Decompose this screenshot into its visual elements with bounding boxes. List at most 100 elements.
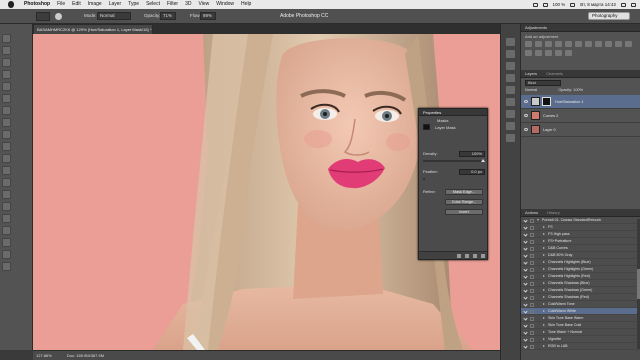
gradient-map-icon[interactable] (555, 50, 562, 56)
dialog-toggle-icon[interactable] (530, 288, 534, 293)
check-icon[interactable] (523, 274, 528, 279)
channels-tab[interactable]: Channels (546, 71, 563, 76)
paragraph-panel-icon[interactable] (506, 110, 515, 118)
flow-field[interactable]: 89% (200, 12, 216, 20)
feather-field[interactable]: 0.0 px (459, 169, 485, 175)
layers-tab[interactable]: Layers (525, 71, 537, 76)
brush-preset-icon[interactable] (55, 13, 62, 20)
pen-tool-icon[interactable] (2, 202, 11, 211)
screen-icon[interactable] (532, 2, 538, 7)
disclosure-triangle-icon[interactable] (543, 282, 545, 284)
action-item[interactable]: Tone Warm + Normal (521, 329, 640, 336)
crop-tool-icon[interactable] (2, 82, 11, 91)
check-icon[interactable] (523, 309, 528, 314)
curves-icon[interactable] (545, 41, 552, 47)
dialog-toggle-icon[interactable] (530, 239, 534, 244)
gradient-tool-icon[interactable] (2, 166, 11, 175)
lasso-tool-icon[interactable] (2, 58, 11, 67)
density-slider[interactable] (423, 158, 485, 162)
properties-header[interactable]: Properties (419, 109, 487, 116)
check-icon[interactable] (523, 260, 528, 265)
menu-3d[interactable]: 3D (185, 0, 191, 9)
layer-thumbnail[interactable] (531, 111, 540, 120)
workspace-select[interactable]: Photography (588, 12, 630, 20)
density-slider-knob[interactable] (481, 158, 485, 162)
layer-filter-select[interactable]: Kind (525, 80, 561, 86)
eyedropper-tool-icon[interactable] (2, 94, 11, 103)
action-item[interactable]: FS+Portraiture (521, 238, 640, 245)
dialog-toggle-icon[interactable] (530, 302, 534, 307)
menu-select[interactable]: Select (146, 0, 160, 9)
layer-thumbnail[interactable] (531, 97, 540, 106)
check-icon[interactable] (523, 316, 528, 321)
layer-row[interactable]: Curves 2 (521, 109, 640, 123)
dialog-toggle-icon[interactable] (530, 323, 534, 328)
menu-file[interactable]: File (57, 0, 65, 9)
layer-opacity[interactable]: Opacity: 100% (558, 88, 583, 92)
search-icon[interactable] (621, 2, 626, 7)
black-white-icon[interactable] (595, 41, 602, 47)
color-balance-icon[interactable] (585, 41, 592, 47)
dodge-tool-icon[interactable] (2, 190, 11, 199)
menu-help[interactable]: Help (241, 0, 251, 9)
check-icon[interactable] (523, 232, 528, 237)
disclosure-triangle-icon[interactable] (543, 324, 545, 326)
dialog-toggle-icon[interactable] (530, 253, 534, 258)
color-range-button[interactable]: Color Range... (445, 199, 483, 205)
disclosure-triangle-icon[interactable] (543, 317, 545, 319)
clone-source-icon[interactable] (506, 62, 515, 70)
dialog-toggle-icon[interactable] (530, 218, 534, 223)
selective-color-icon[interactable] (565, 50, 572, 56)
eye-icon[interactable] (524, 114, 528, 117)
check-icon[interactable] (523, 281, 528, 286)
mode-select[interactable]: Normal (97, 12, 131, 20)
disclosure-triangle-icon[interactable] (543, 226, 545, 228)
tool-preset-picker[interactable] (36, 12, 50, 21)
properties-tab[interactable]: Properties (423, 110, 441, 115)
layer-thumbnail[interactable] (531, 125, 540, 134)
dialog-toggle-icon[interactable] (530, 309, 534, 314)
disclosure-triangle-icon[interactable] (543, 261, 545, 263)
levels-icon[interactable] (535, 41, 542, 47)
action-item[interactable]: FS High pass (521, 231, 640, 238)
invert-adjust-icon[interactable] (525, 50, 532, 56)
dialog-toggle-icon[interactable] (530, 267, 534, 272)
opacity-field[interactable]: 71% (160, 12, 176, 20)
layer-mask-thumbnail[interactable] (423, 124, 430, 130)
tool-presets-icon[interactable] (506, 122, 515, 130)
check-icon[interactable] (523, 239, 528, 244)
dialog-toggle-icon[interactable] (530, 316, 534, 321)
action-item[interactable]: Channels Highlights (Red) (521, 273, 640, 280)
eraser-tool-icon[interactable] (2, 154, 11, 163)
wifi-icon[interactable] (542, 2, 548, 7)
density-field[interactable]: 100% (459, 151, 485, 157)
disclosure-triangle-icon[interactable] (543, 240, 545, 242)
check-icon[interactable] (523, 323, 528, 328)
dialog-toggle-icon[interactable] (530, 330, 534, 335)
eye-icon[interactable] (524, 128, 528, 131)
menu-filter[interactable]: Filter (167, 0, 178, 9)
history-brush-tool-icon[interactable] (2, 142, 11, 151)
check-icon[interactable] (523, 288, 528, 293)
disclosure-triangle-icon[interactable] (543, 233, 545, 235)
disclosure-triangle-icon[interactable] (543, 268, 545, 270)
disclosure-triangle-icon[interactable] (543, 338, 545, 340)
adjustments-header[interactable]: Adjustments (521, 24, 640, 32)
character-panel-icon[interactable] (506, 98, 515, 106)
action-item[interactable]: Channels Highlights (Blue) (521, 259, 640, 266)
layer-name[interactable]: Curves 2 (543, 114, 558, 118)
disclosure-triangle-icon[interactable] (543, 331, 545, 333)
disclosure-triangle-icon[interactable] (537, 219, 539, 221)
history-panel-icon[interactable] (506, 38, 515, 46)
dialog-toggle-icon[interactable] (530, 260, 534, 265)
type-tool-icon[interactable] (2, 214, 11, 223)
photo-filter-icon[interactable] (605, 41, 612, 47)
check-icon[interactable] (523, 225, 528, 230)
menu-photoshop[interactable]: Photoshop (24, 0, 50, 9)
layer-mask-icon[interactable] (542, 97, 551, 106)
dialog-toggle-icon[interactable] (530, 225, 534, 230)
menu-window[interactable]: Window (216, 0, 234, 9)
vibrance-icon[interactable] (565, 41, 572, 47)
check-icon[interactable] (523, 246, 528, 251)
action-item[interactable]: Skin Tone Base Warm (521, 315, 640, 322)
